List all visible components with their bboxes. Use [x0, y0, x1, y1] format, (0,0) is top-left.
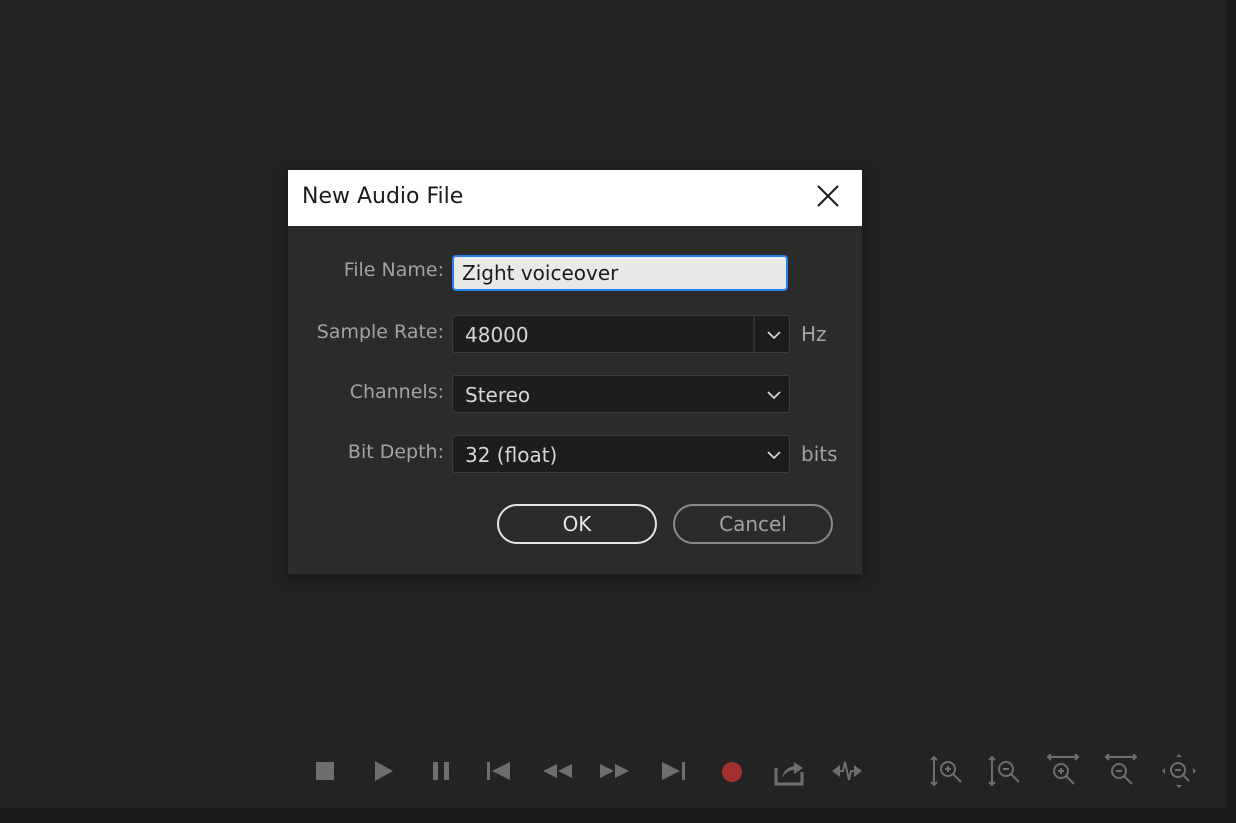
- channels-label: Channels:: [349, 381, 444, 403]
- sample-rate-value[interactable]: 48000: [465, 323, 529, 347]
- skip-silence-icon[interactable]: [830, 754, 864, 788]
- channels-value[interactable]: Stereo: [465, 383, 530, 407]
- ok-button[interactable]: OK: [497, 504, 657, 544]
- fast-forward-icon[interactable]: [598, 754, 632, 788]
- skip-to-end-icon[interactable]: [656, 754, 690, 788]
- cancel-button[interactable]: Cancel: [673, 504, 833, 544]
- zoom-out-horizontal-icon[interactable]: [1104, 754, 1138, 788]
- pause-icon[interactable]: [424, 754, 458, 788]
- chevron-down-icon[interactable]: [767, 328, 781, 342]
- close-icon[interactable]: [812, 180, 844, 212]
- bit-depth-value[interactable]: 32 (float): [465, 443, 557, 467]
- zoom-in-horizontal-icon[interactable]: [1046, 754, 1080, 788]
- zoom-fit-icon[interactable]: [1162, 754, 1196, 788]
- dialog-title: New Audio File: [302, 184, 464, 209]
- panel-edge-bottom: [0, 808, 1236, 823]
- file-name-input[interactable]: [452, 255, 788, 291]
- sample-rate-label: Sample Rate:: [316, 321, 444, 343]
- sample-rate-combobox[interactable]: 48000: [452, 315, 790, 353]
- chevron-down-icon[interactable]: [767, 448, 781, 462]
- record-icon[interactable]: [714, 754, 748, 788]
- rewind-icon[interactable]: [540, 754, 574, 788]
- sample-rate-unit: Hz: [801, 322, 827, 346]
- file-name-label: File Name:: [343, 259, 444, 281]
- zoom-out-vertical-icon[interactable]: [988, 754, 1022, 788]
- panel-edge-right: [1226, 0, 1236, 823]
- zoom-in-vertical-icon[interactable]: [930, 754, 964, 788]
- bit-depth-label: Bit Depth:: [347, 441, 444, 463]
- combo-divider: [753, 316, 755, 352]
- dialog-titlebar: New Audio File: [288, 170, 862, 226]
- channels-dropdown[interactable]: Stereo: [452, 375, 790, 413]
- chevron-down-icon[interactable]: [767, 388, 781, 402]
- stop-icon[interactable]: [308, 754, 342, 788]
- skip-to-start-icon[interactable]: [482, 754, 516, 788]
- bit-depth-dropdown[interactable]: 32 (float): [452, 435, 790, 473]
- new-audio-file-dialog: New Audio File File Name: Sample Rate: 4…: [288, 170, 862, 574]
- play-icon[interactable]: [366, 754, 400, 788]
- bit-depth-unit: bits: [801, 442, 838, 466]
- export-icon[interactable]: [772, 754, 806, 788]
